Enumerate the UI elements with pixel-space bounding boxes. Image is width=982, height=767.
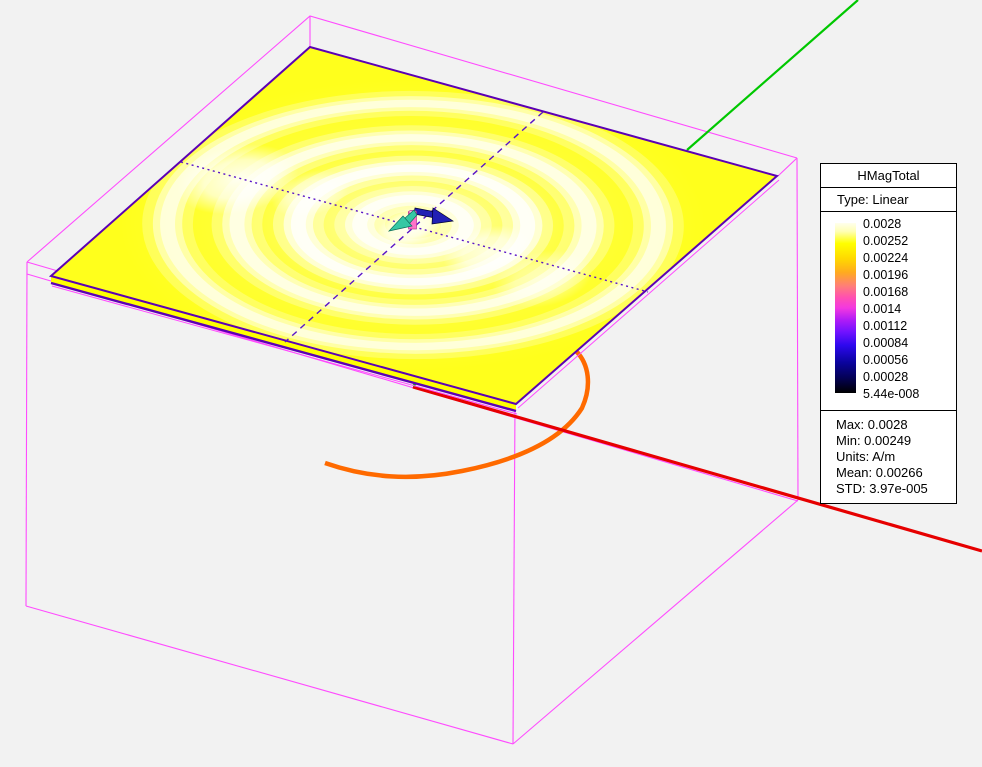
box-top-front-right-edge (778, 158, 797, 176)
stat-mean: Mean: 0.00266 (836, 465, 952, 481)
scale-value: 0.00056 (863, 352, 955, 369)
hfss-field-plot-viewport[interactable]: HMagTotal Type: Linear (0, 0, 982, 767)
scale-value: 0.00112 (863, 318, 955, 335)
stat-units: Units: A/m (836, 449, 952, 465)
scale-value: 0.00224 (863, 250, 955, 267)
legend-color-scale: 0.0028 0.00252 0.00224 0.00196 0.00168 0… (821, 212, 956, 411)
scale-value: 0.0028 (863, 216, 955, 233)
y-axis-far-segment (687, 0, 858, 150)
color-bar-gradient (835, 223, 856, 393)
scale-value: 0.00168 (863, 284, 955, 301)
box-bottom-left-edge (26, 606, 513, 744)
box-bottom-right-edge (513, 500, 798, 744)
stat-max: Max: 0.0028 (836, 417, 952, 433)
legend-scale-type: Type: Linear (821, 188, 956, 212)
color-bar (835, 223, 856, 393)
color-scale-labels: 0.0028 0.00252 0.00224 0.00196 0.00168 0… (863, 216, 955, 403)
field-plot-legend[interactable]: HMagTotal Type: Linear (820, 163, 957, 504)
scale-value: 0.00028 (863, 369, 955, 386)
legend-statistics: Max: 0.0028 Min: 0.00249 Units: A/m Mean… (821, 411, 956, 503)
box-right-vertical-edge (797, 158, 798, 500)
scale-value: 0.0014 (863, 301, 955, 318)
scale-value: 0.00084 (863, 335, 955, 352)
legend-title: HMagTotal (821, 164, 956, 188)
stat-std: STD: 3.97e-005 (836, 481, 952, 497)
stat-min: Min: 0.00249 (836, 433, 952, 449)
scale-value: 5.44e-008 (863, 386, 955, 403)
box-left-vertical-edge (26, 262, 27, 606)
scale-value: 0.00252 (863, 233, 955, 250)
scale-value: 0.00196 (863, 267, 955, 284)
